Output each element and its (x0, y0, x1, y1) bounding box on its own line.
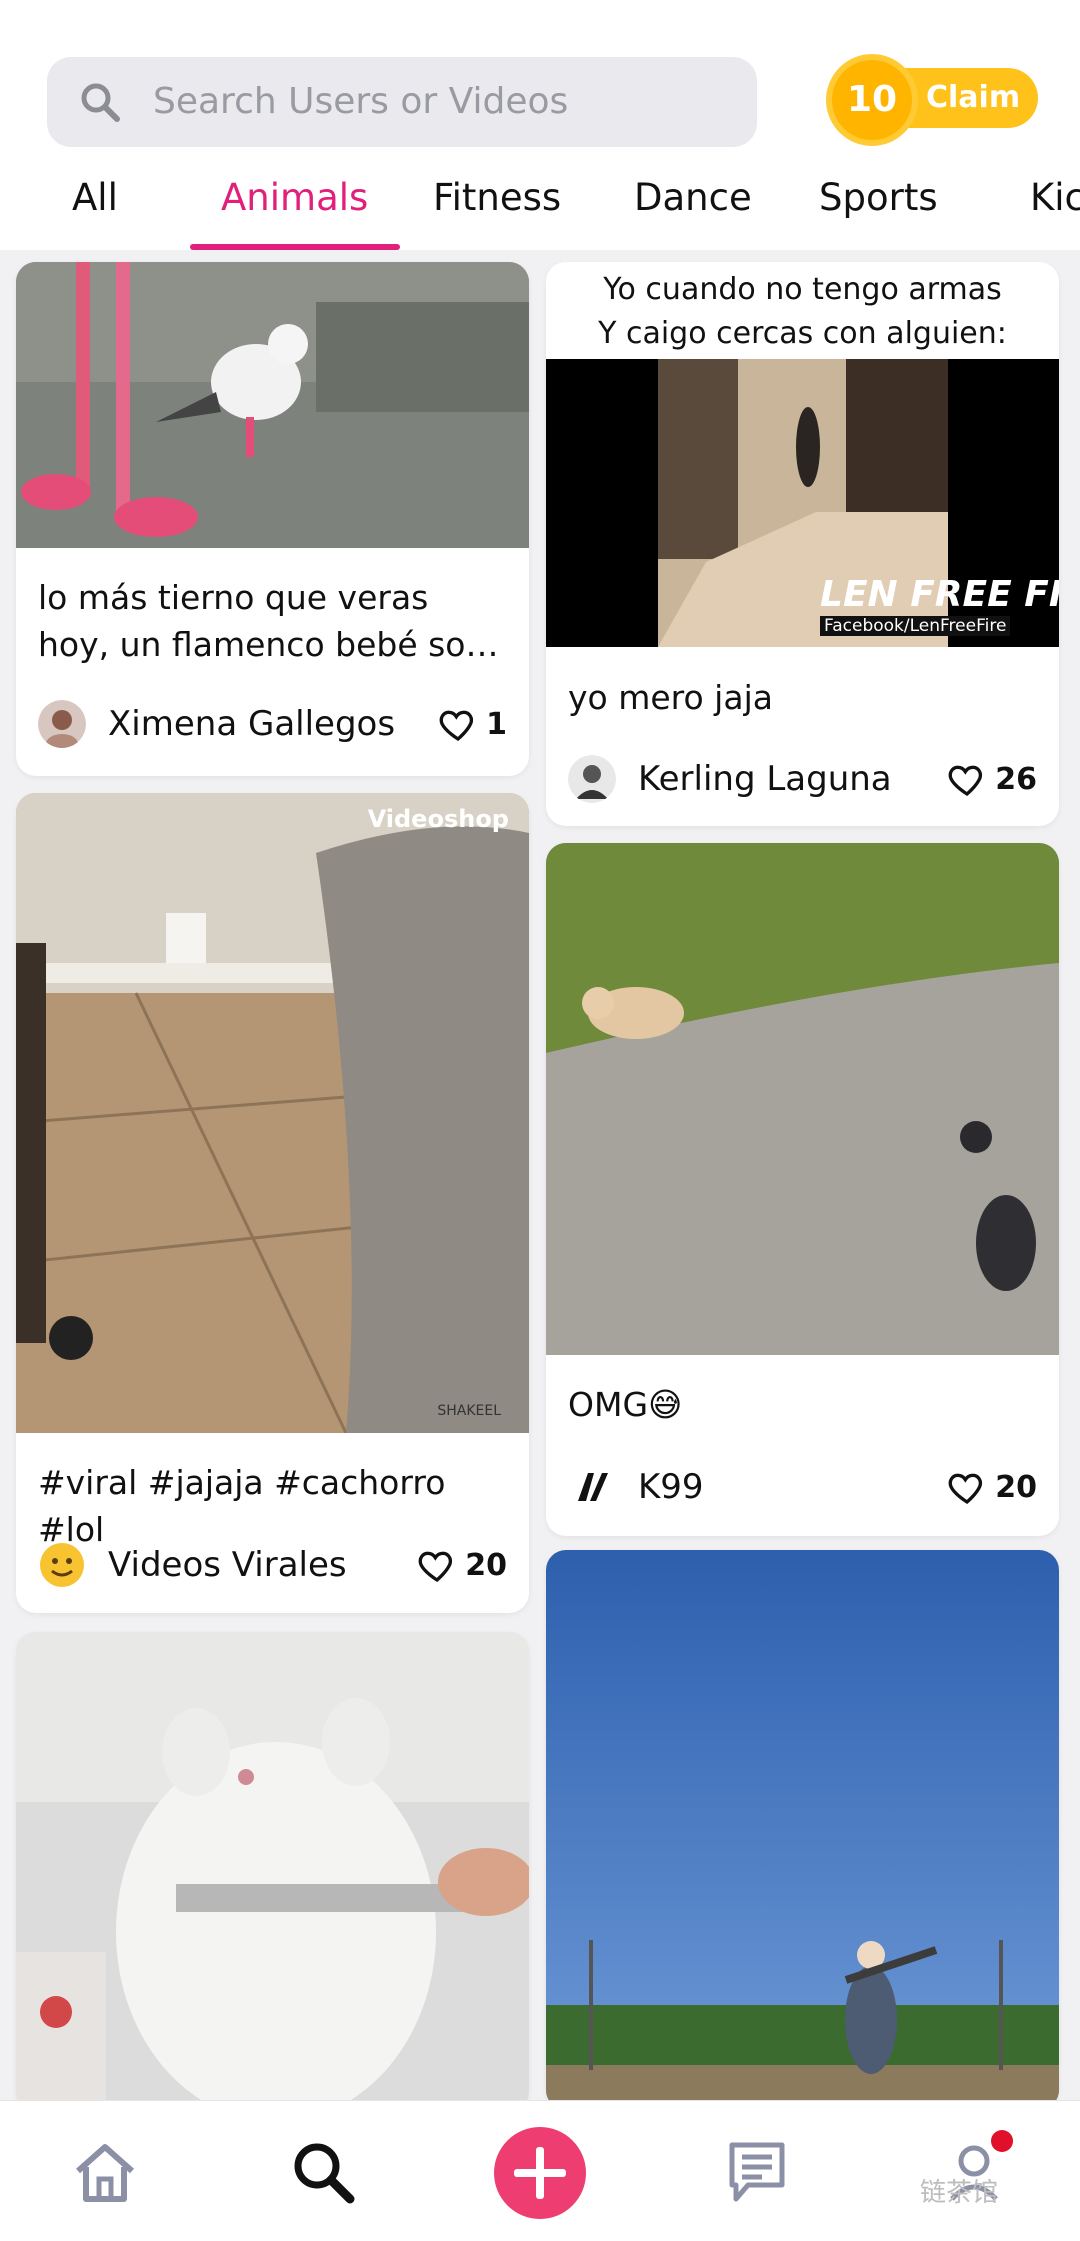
video-overlay-small: SHAKEEL (437, 1403, 501, 1419)
tab-kids[interactable]: Kic (1030, 160, 1080, 236)
tab-all[interactable]: All (72, 160, 118, 236)
top-bar: Search Users or Videos 10 Claim All Anim… (0, 0, 1080, 250)
video-card[interactable]: lo más tierno que veras hoy, un flamenco… (16, 262, 529, 776)
heart-icon (948, 1473, 983, 1505)
avatar[interactable] (568, 1463, 616, 1511)
home-icon[interactable] (70, 2139, 140, 2205)
video-card[interactable]: Yo cuando no tengo armas Y caigo cercas … (546, 262, 1059, 826)
search-bar[interactable]: Search Users or Videos (47, 57, 757, 147)
card-meta: Kerling Laguna 26 (568, 749, 1037, 809)
video-caption: OMG😅 (568, 1385, 683, 1424)
video-watermark-source: Facebook/LenFreeFire (820, 616, 1011, 636)
video-thumbnail (546, 843, 1059, 1355)
video-card[interactable] (16, 1632, 529, 2112)
claim-coins-button[interactable]: 10 Claim (826, 54, 1038, 146)
like-count: 26 (995, 761, 1037, 797)
video-thumbnail (16, 1632, 529, 2112)
video-thumbnail (546, 1550, 1059, 2110)
tab-fitness[interactable]: Fitness (433, 160, 561, 236)
like-button[interactable]: 26 (947, 749, 1037, 809)
card-meta: K99 20 (568, 1457, 1037, 1517)
like-count: 20 (995, 1469, 1037, 1505)
video-card[interactable]: OMG😅 K99 20 (546, 843, 1059, 1536)
card-meta: Videos Virales 20 (38, 1535, 507, 1595)
video-thumbnail (16, 793, 529, 1433)
video-watermark: LEN FREE FIRE (820, 574, 1059, 615)
like-count: 1 (486, 706, 507, 742)
coin-count: 10 (826, 54, 918, 146)
heart-icon (418, 1551, 453, 1583)
search-icon[interactable] (288, 2137, 358, 2207)
claim-label: Claim (926, 80, 1021, 115)
author-name[interactable]: K99 (638, 1457, 704, 1517)
watermark-text: 链茶馆 (920, 2178, 999, 2208)
active-tab-indicator (190, 244, 400, 250)
search-icon (81, 83, 120, 122)
avatar[interactable] (38, 1541, 86, 1589)
search-placeholder: Search Users or Videos (153, 81, 569, 122)
tab-sports[interactable]: Sports (819, 160, 938, 236)
bottom-navigation (0, 2100, 1080, 2241)
author-name[interactable]: Kerling Laguna (638, 749, 892, 809)
avatar[interactable] (38, 700, 86, 748)
video-caption: yo mero jaja (568, 678, 773, 717)
like-count: 20 (465, 1547, 507, 1583)
like-button[interactable]: 1 (438, 694, 507, 754)
heart-icon (439, 710, 474, 742)
create-video-button[interactable] (492, 2125, 588, 2221)
author-name[interactable]: Videos Virales (108, 1535, 347, 1595)
category-tabs: All Animals Fitness Dance Sports Kic (0, 160, 1080, 250)
heart-icon (948, 765, 983, 797)
card-meta: Ximena Gallegos 1 (38, 694, 507, 754)
video-thumbnail (16, 262, 529, 548)
author-name[interactable]: Ximena Gallegos (108, 694, 395, 754)
video-card[interactable]: Videoshop SHAKEEL #viral #jajaja #cachor… (16, 793, 529, 1613)
tab-animals[interactable]: Animals (221, 160, 368, 236)
avatar[interactable] (568, 755, 616, 803)
video-overlay-text: Videoshop (367, 805, 509, 833)
meme-caption: Yo cuando no tengo armas Y caigo cercas … (546, 262, 1059, 359)
tab-dance[interactable]: Dance (634, 160, 752, 236)
video-card[interactable] (546, 1550, 1059, 2110)
notification-dot (991, 2130, 1013, 2152)
chat-icon[interactable] (726, 2139, 788, 2205)
meme-line-1: Yo cuando no tengo armas (603, 272, 1002, 307)
video-caption: lo más tierno que veras hoy, un flamenco… (38, 578, 499, 664)
like-button[interactable]: 20 (947, 1457, 1037, 1517)
like-button[interactable]: 20 (417, 1535, 507, 1595)
meme-line-2: Y caigo cercas con alguien: (598, 316, 1007, 351)
